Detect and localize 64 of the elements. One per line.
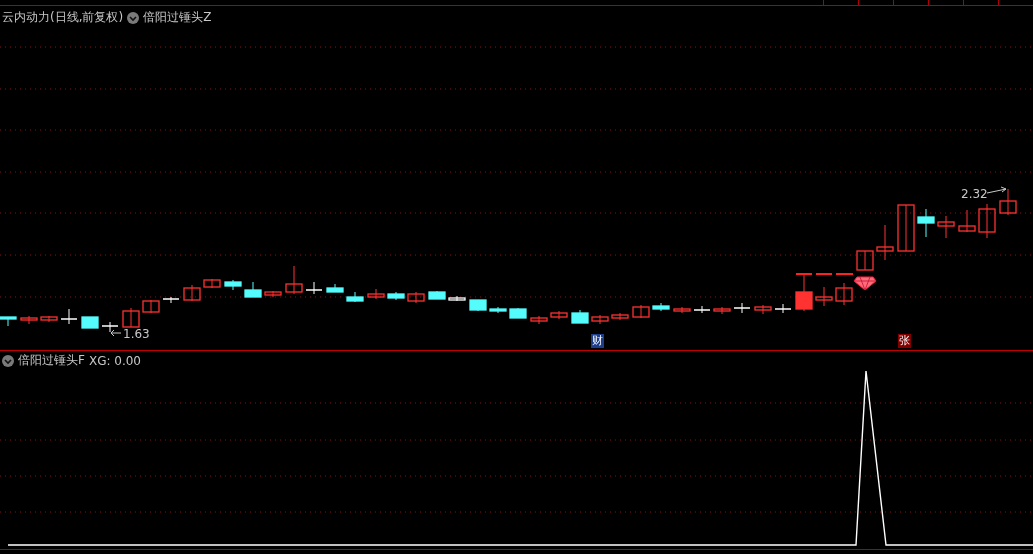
candlestick [673, 306, 691, 314]
candlestick [101, 321, 119, 333]
candlestick [958, 209, 976, 233]
candlestick [509, 307, 527, 319]
stock-title: 云内动力(日线,前复权) [2, 9, 124, 26]
candlestick [856, 250, 874, 271]
candlestick [632, 304, 650, 319]
candlestick [835, 282, 853, 306]
dropdown-icon[interactable] [2, 354, 14, 367]
candlestick [224, 279, 242, 291]
candlestick [428, 290, 446, 300]
price-label: 1.63 [123, 327, 150, 341]
candlestick [978, 203, 996, 239]
candlestick [713, 306, 731, 315]
candlestick [917, 208, 935, 238]
candlestick [591, 314, 609, 325]
candlestick [937, 215, 955, 239]
candlestick [815, 286, 833, 307]
leader-line [986, 186, 1007, 194]
candlestick [367, 288, 385, 300]
candlestick [733, 302, 751, 314]
candlestick [489, 306, 507, 314]
leader-line [110, 329, 122, 337]
candlestick [264, 290, 282, 298]
candlestick [999, 188, 1017, 216]
formula-name: 倍阳过锤头F [18, 352, 85, 369]
candlestick [162, 296, 180, 304]
candlestick [183, 284, 201, 302]
formula-name: 倍阳过锤头Z [143, 9, 212, 26]
candlestick [693, 305, 711, 314]
candlestick [20, 315, 38, 325]
candlestick [774, 303, 792, 314]
candlestick [60, 308, 78, 325]
event-marker[interactable]: 张 [898, 334, 911, 348]
candlestick [244, 281, 262, 298]
indicator-reading: XG: 0.00 [88, 353, 141, 368]
price-label: 2.32 [961, 187, 988, 201]
candlestick [0, 316, 17, 327]
candlestick [305, 281, 323, 295]
event-marker[interactable]: 财 [591, 334, 604, 348]
candlestick [387, 291, 405, 301]
resistance-line [795, 273, 854, 275]
candlestick [571, 309, 589, 324]
candlestick [876, 224, 894, 261]
gem-icon [853, 276, 877, 291]
candlestick [142, 299, 160, 314]
candlestick [40, 315, 58, 323]
dropdown-icon[interactable] [127, 11, 140, 24]
candlestick [897, 204, 915, 252]
candlestick [326, 283, 344, 293]
candlestick [795, 273, 813, 312]
candlestick [203, 278, 221, 289]
candlestick [81, 316, 99, 329]
candlestick [611, 312, 629, 321]
candlestick [285, 265, 303, 295]
candlestick [550, 310, 568, 320]
candlestick [407, 291, 425, 304]
candlestick [346, 291, 364, 303]
candlestick [530, 315, 548, 325]
candlestick [652, 302, 670, 312]
candlestick [469, 299, 487, 312]
candlestick [122, 307, 140, 328]
candlestick [754, 304, 772, 315]
candlestick [448, 295, 466, 302]
